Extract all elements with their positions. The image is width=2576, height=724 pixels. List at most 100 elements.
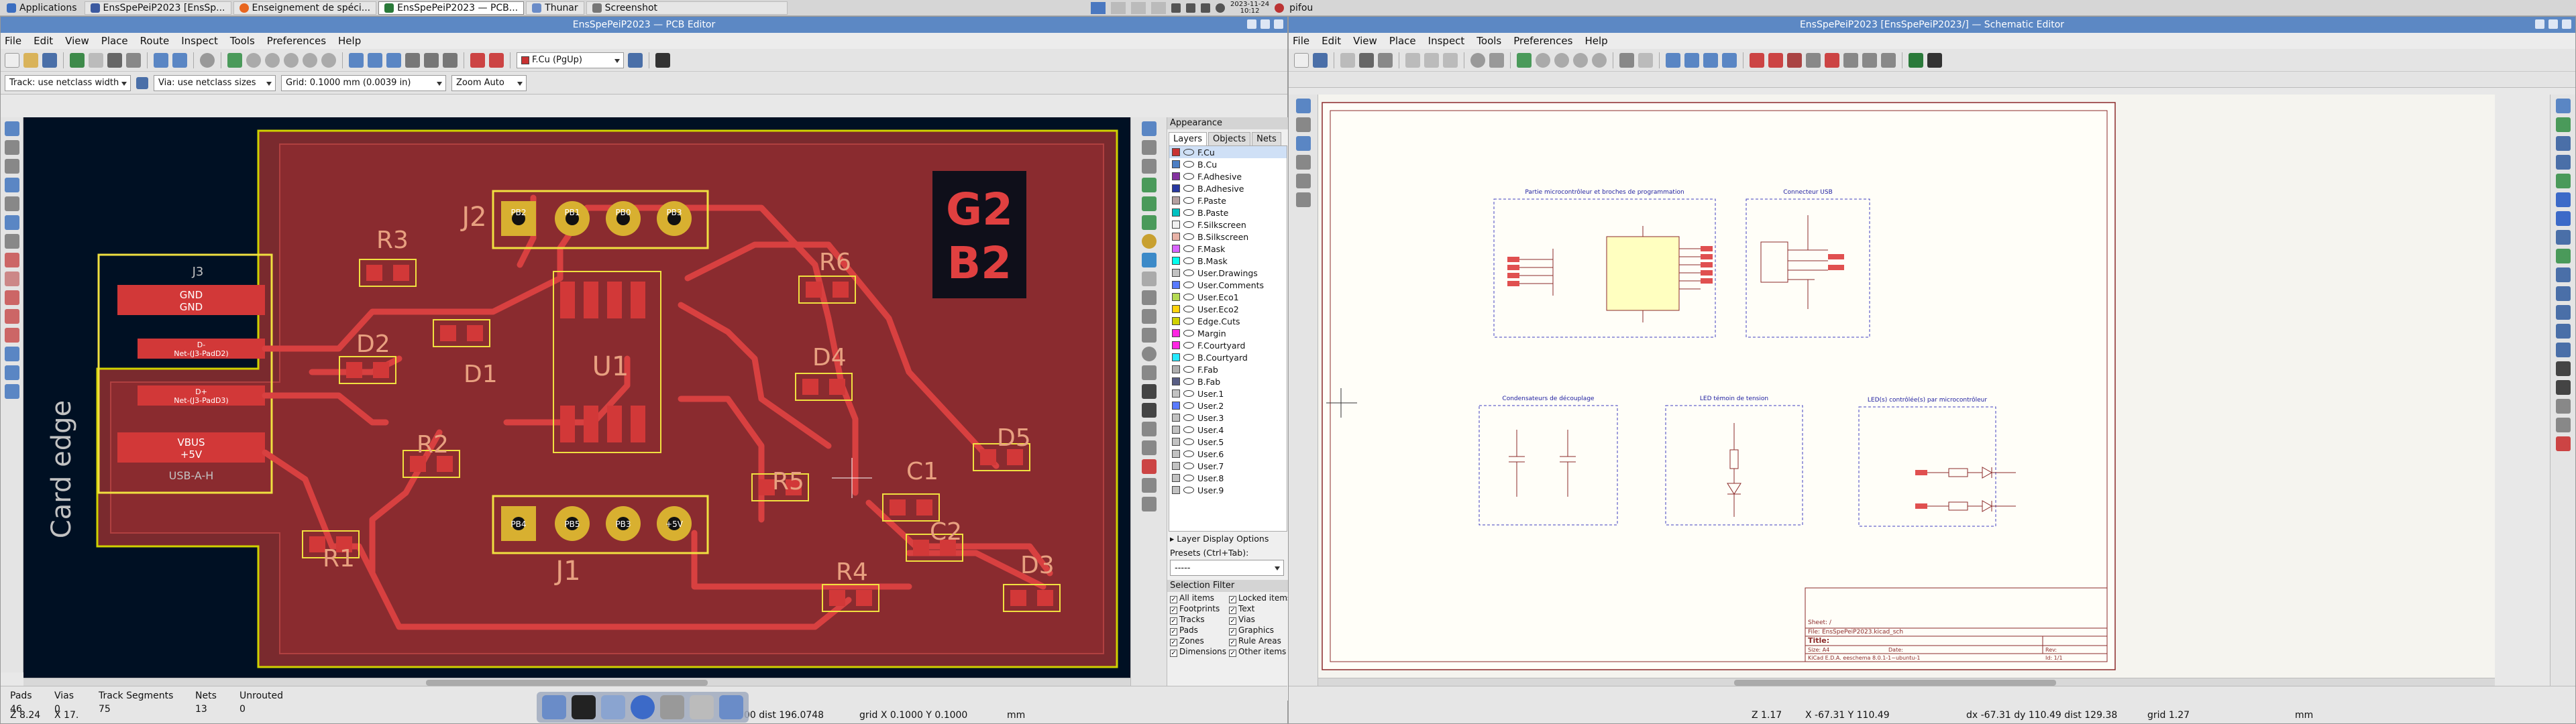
filter-checkbox[interactable]: ✓ Text xyxy=(1229,604,1289,614)
undo-icon[interactable] xyxy=(1424,52,1439,68)
add-zone-icon[interactable] xyxy=(1141,253,1157,267)
filter-checkbox[interactable]: ✓ Pads xyxy=(1170,625,1226,636)
page-settings-icon[interactable] xyxy=(89,52,103,68)
add-image-icon[interactable] xyxy=(2555,418,2571,432)
layer-color-swatch[interactable] xyxy=(1172,486,1180,494)
units-in-icon[interactable] xyxy=(1295,117,1311,132)
paste-icon[interactable] xyxy=(1405,52,1420,68)
layer-row[interactable]: User.Eco2 xyxy=(1169,303,1287,315)
add-rule-area-icon[interactable] xyxy=(1141,272,1157,286)
task-4[interactable]: Screenshot xyxy=(586,1,788,15)
layer-row[interactable]: User.5 xyxy=(1169,436,1287,448)
pcb-titlebar[interactable]: EnsSpePeiP2023 — PCB Editor xyxy=(1,17,1287,33)
refresh-icon[interactable] xyxy=(227,52,242,68)
layer-color-swatch[interactable] xyxy=(1172,365,1180,373)
layer-color-swatch[interactable] xyxy=(1172,245,1180,253)
eye-icon[interactable] xyxy=(1183,414,1194,421)
eye-icon[interactable] xyxy=(1183,354,1194,361)
task-0[interactable]: EnsSpePeiP2023 [EnsSp... xyxy=(84,1,231,15)
layer-row[interactable]: User.3 xyxy=(1169,412,1287,424)
eye-icon[interactable] xyxy=(1183,402,1194,409)
symbol-editor-icon[interactable] xyxy=(1750,52,1764,68)
zoom-out-icon[interactable] xyxy=(1554,52,1569,68)
smd-pad[interactable] xyxy=(366,265,382,281)
layer-color-swatch[interactable] xyxy=(1172,438,1180,446)
add-global-label-icon[interactable] xyxy=(2555,286,2571,301)
delete-tool-icon[interactable] xyxy=(1141,459,1157,474)
filter-checkbox[interactable]: ✓ Graphics xyxy=(1229,625,1289,636)
task-3[interactable]: Thunar xyxy=(526,1,584,15)
zoom-fit-icon[interactable] xyxy=(284,52,299,68)
tab-objects[interactable]: Objects xyxy=(1208,132,1251,145)
zone-outline-icon[interactable] xyxy=(4,272,19,286)
layer-color-swatch[interactable] xyxy=(1172,305,1180,313)
zoom-objects-icon[interactable] xyxy=(1592,52,1607,68)
layer-row[interactable]: B.Mask xyxy=(1169,255,1287,267)
dock-desktop-icon[interactable] xyxy=(542,695,566,719)
dock-browser-icon[interactable] xyxy=(631,695,655,719)
eye-icon[interactable] xyxy=(1183,221,1194,228)
print-icon[interactable] xyxy=(1359,52,1374,68)
smd-pad[interactable] xyxy=(467,325,483,341)
find-replace-icon[interactable] xyxy=(1489,52,1504,68)
leave-sheet-icon[interactable] xyxy=(1638,52,1653,68)
filter-checkbox[interactable]: ✓ Rule Areas xyxy=(1229,636,1289,646)
dock-search-icon[interactable] xyxy=(690,695,714,719)
smd-pad[interactable] xyxy=(806,282,822,298)
add-bus-icon[interactable] xyxy=(2555,192,2571,207)
checkbox-icon[interactable]: ✓ xyxy=(1170,639,1177,646)
print-icon[interactable] xyxy=(107,52,122,68)
layer-row[interactable]: B.Silkscreen xyxy=(1169,231,1287,243)
clock[interactable]: 2023-11-24 10:12 xyxy=(1230,1,1269,15)
layer-row[interactable]: F.Adhesive xyxy=(1169,170,1287,182)
eye-icon[interactable] xyxy=(1183,209,1194,216)
units-mm-icon[interactable] xyxy=(4,178,19,192)
smd-pad[interactable] xyxy=(393,265,409,281)
add-sheet-pin-icon[interactable] xyxy=(2555,343,2571,357)
maximize-button[interactable] xyxy=(2548,19,2558,29)
track-fill-icon[interactable] xyxy=(4,328,19,343)
layer-row[interactable]: F.Mask xyxy=(1169,243,1287,255)
bom-icon[interactable] xyxy=(1862,52,1877,68)
eye-icon[interactable] xyxy=(1183,475,1194,481)
layer-row[interactable]: B.Fab xyxy=(1169,375,1287,387)
layer-color-swatch[interactable] xyxy=(1172,414,1180,422)
layer-list[interactable]: F.Cu B.Cu F.Adhesive B.Adhesive F.Paste B.Pas… xyxy=(1169,145,1287,532)
menu-inspect[interactable]: Inspect xyxy=(1428,35,1465,47)
net-inspector-icon[interactable] xyxy=(4,365,19,380)
minimize-button[interactable] xyxy=(1247,19,1256,29)
smd-pad[interactable] xyxy=(913,540,929,556)
units-in-icon[interactable] xyxy=(4,159,19,174)
checkbox-icon[interactable]: ✓ xyxy=(1170,607,1177,614)
eye-icon[interactable] xyxy=(1183,161,1194,168)
layer-color-swatch[interactable] xyxy=(1172,341,1180,349)
menu-tools[interactable]: Tools xyxy=(1477,35,1501,47)
add-symbol-icon[interactable] xyxy=(2555,136,2571,151)
add-power-icon[interactable] xyxy=(2555,155,2571,170)
layer-color-swatch[interactable] xyxy=(1172,450,1180,458)
layer-row[interactable]: F.Paste xyxy=(1169,194,1287,206)
zoom-selection-icon[interactable] xyxy=(321,52,336,68)
checkbox-icon[interactable]: ✓ xyxy=(1229,596,1237,603)
layer-color-swatch[interactable] xyxy=(1172,208,1180,217)
checkbox-icon[interactable]: ✓ xyxy=(1170,650,1177,657)
via-fill-icon[interactable] xyxy=(4,309,19,324)
set-origin-icon[interactable] xyxy=(1141,478,1157,493)
logout-icon[interactable] xyxy=(1275,3,1285,13)
smd-pad[interactable] xyxy=(890,499,906,516)
zoom-fit-icon[interactable] xyxy=(1573,52,1588,68)
layer-row[interactable]: User.Drawings xyxy=(1169,267,1287,279)
layer-color-swatch[interactable] xyxy=(1172,172,1180,180)
layer-color-swatch[interactable] xyxy=(1172,402,1180,410)
layer-row[interactable]: Margin xyxy=(1169,327,1287,339)
menu-inspect[interactable]: Inspect xyxy=(181,35,218,47)
schematic-drawing[interactable]: Partie microcontrôleur et broches de pro… xyxy=(1318,95,2495,687)
menu-preferences[interactable]: Preferences xyxy=(267,35,326,47)
active-layer-select[interactable]: F.Cu (PgUp) xyxy=(517,52,624,68)
redo-icon[interactable] xyxy=(172,52,187,68)
layer-color-swatch[interactable] xyxy=(1172,233,1180,241)
polar-coords-icon[interactable] xyxy=(4,140,19,155)
add-textbox-icon[interactable] xyxy=(1141,403,1157,418)
drc-icon[interactable] xyxy=(489,52,504,68)
layer-color-swatch[interactable] xyxy=(1172,329,1180,337)
